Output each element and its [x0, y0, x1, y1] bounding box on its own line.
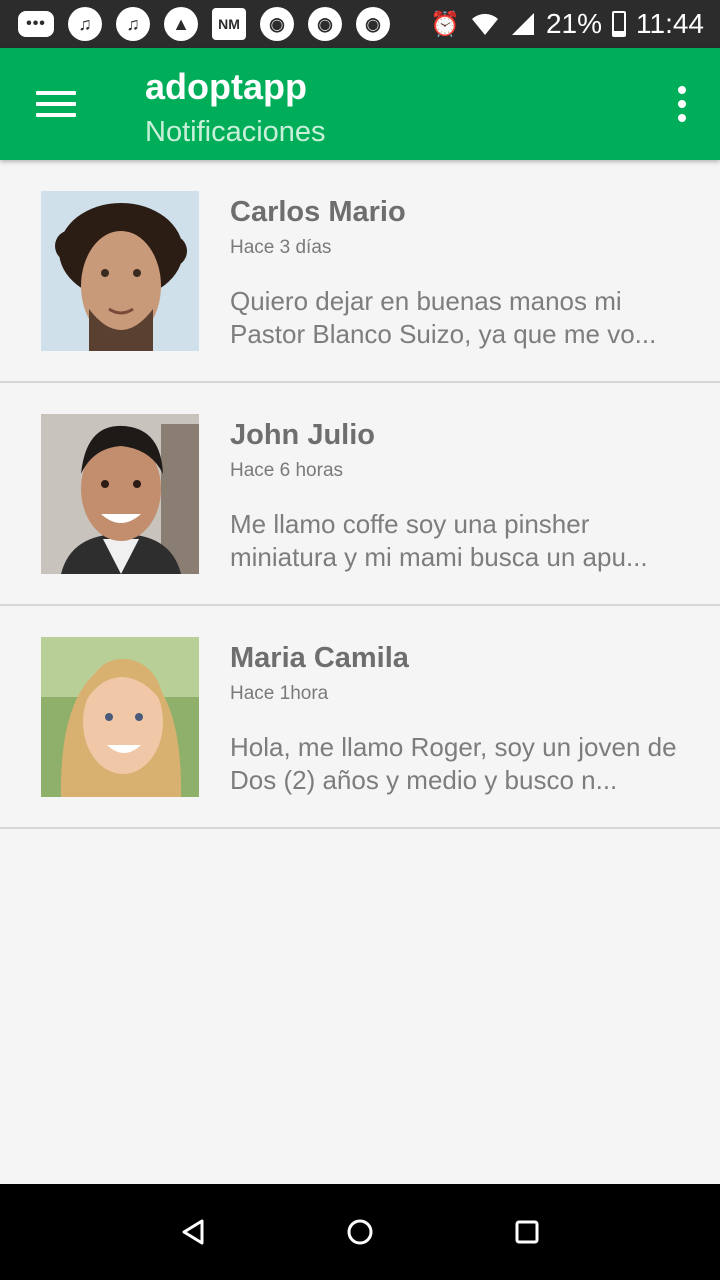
- message-preview: Hola, me llamo Roger, soy un joven de Do…: [230, 732, 677, 795]
- recents-icon[interactable]: [507, 1212, 547, 1252]
- chrome-icon: ◉: [260, 7, 294, 41]
- music-note-icon: ♫: [68, 7, 102, 41]
- navigation-bar: [0, 1184, 720, 1280]
- notification-icons: ••• ♫ ♫ ▲ NM ◉ ◉ ◉: [18, 7, 390, 41]
- avatar: [41, 637, 199, 797]
- nm-app-icon: NM: [212, 8, 246, 40]
- message-preview: Me llamo coffe soy una pinsher miniatura…: [230, 509, 648, 572]
- sender-name: John Julio: [230, 419, 375, 451]
- notifications-list: Carlos Mario Hace 3 días Quiero dejar en…: [0, 160, 720, 829]
- back-icon[interactable]: [173, 1212, 213, 1252]
- screen-subtitle: Notificaciones: [145, 116, 326, 148]
- more-options-icon[interactable]: [670, 84, 694, 124]
- avatar: [41, 191, 199, 351]
- timestamp: Hace 1hora: [230, 683, 329, 704]
- sender-name: Carlos Mario: [230, 196, 406, 228]
- messages-icon: •••: [18, 11, 54, 37]
- message-preview: Quiero dejar en buenas manos mi Pastor B…: [230, 286, 657, 349]
- chrome-icon: ◉: [356, 7, 390, 41]
- clock: 11:44: [636, 8, 704, 39]
- home-icon[interactable]: [340, 1212, 380, 1252]
- menu-icon[interactable]: [28, 82, 84, 126]
- status-bar: ••• ♫ ♫ ▲ NM ◉ ◉ ◉ ⏰ 21% 11:44: [0, 0, 720, 48]
- app-bar: adoptapp Notificaciones: [0, 48, 720, 160]
- drive-icon: ▲: [164, 7, 198, 41]
- signal-icon: [511, 13, 534, 35]
- chrome-icon: ◉: [308, 7, 342, 41]
- app-title: adoptapp: [145, 66, 307, 107]
- sender-name: Maria Camila: [230, 642, 409, 674]
- alarm-icon: ⏰: [430, 10, 460, 38]
- battery-percent: 21%: [545, 8, 602, 39]
- system-status: ⏰ 21% 11:44: [430, 8, 704, 40]
- notification-item[interactable]: John Julio Hace 6 horas Me llamo coffe s…: [0, 383, 720, 606]
- notification-item[interactable]: Maria Camila Hace 1hora Hola, me llamo R…: [0, 606, 720, 829]
- wifi-icon: [471, 13, 498, 35]
- battery-icon: [612, 11, 626, 37]
- notification-item[interactable]: Carlos Mario Hace 3 días Quiero dejar en…: [0, 160, 720, 383]
- avatar: [41, 414, 199, 574]
- music-note-icon: ♫: [116, 7, 150, 41]
- timestamp: Hace 3 días: [230, 237, 332, 258]
- timestamp: Hace 6 horas: [230, 460, 344, 481]
